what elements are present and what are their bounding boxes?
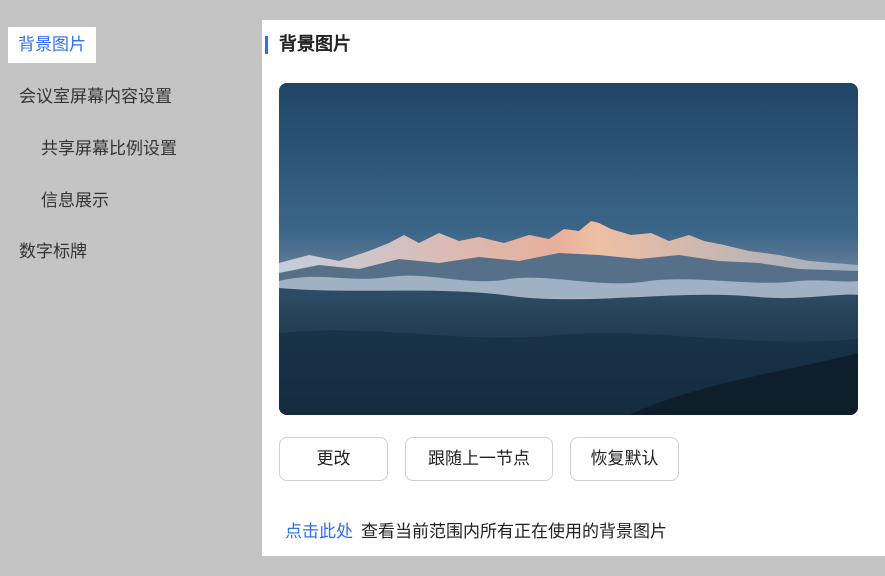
sidebar-item-info-display[interactable]: 信息展示 (41, 183, 109, 219)
mountain-landscape-image (279, 83, 858, 415)
background-preview-image (279, 83, 858, 415)
sidebar-item-digital-signage[interactable]: 数字标牌 (19, 234, 87, 270)
sidebar-item-share-screen-ratio[interactable]: 共享屏幕比例设置 (41, 131, 177, 167)
background-image-panel: 背景图片 更改 跟随上一节点 恢复默认 点击此处 查看当前范围内所有正在使用的背… (262, 20, 885, 556)
sidebar-item-meeting-room-screen-content[interactable]: 会议室屏幕内容设置 (19, 79, 172, 115)
click-here-link[interactable]: 点击此处 (285, 522, 353, 542)
restore-default-button[interactable]: 恢复默认 (570, 437, 679, 481)
app-root: 背景图片 会议室屏幕内容设置 共享屏幕比例设置 信息展示 数字标牌 背景图片 更… (0, 0, 885, 576)
page-title: 背景图片 (279, 34, 351, 55)
footer-hint-text: 查看当前范围内所有正在使用的背景图片 (361, 522, 667, 542)
sidebar-item-background-image[interactable]: 背景图片 (8, 27, 96, 63)
title-accent-bar (265, 36, 268, 54)
follow-parent-node-button[interactable]: 跟随上一节点 (405, 437, 553, 481)
change-button[interactable]: 更改 (279, 437, 388, 481)
sidebar: 背景图片 会议室屏幕内容设置 共享屏幕比例设置 信息展示 数字标牌 (0, 0, 262, 576)
footer-hint: 点击此处 查看当前范围内所有正在使用的背景图片 (285, 519, 667, 545)
